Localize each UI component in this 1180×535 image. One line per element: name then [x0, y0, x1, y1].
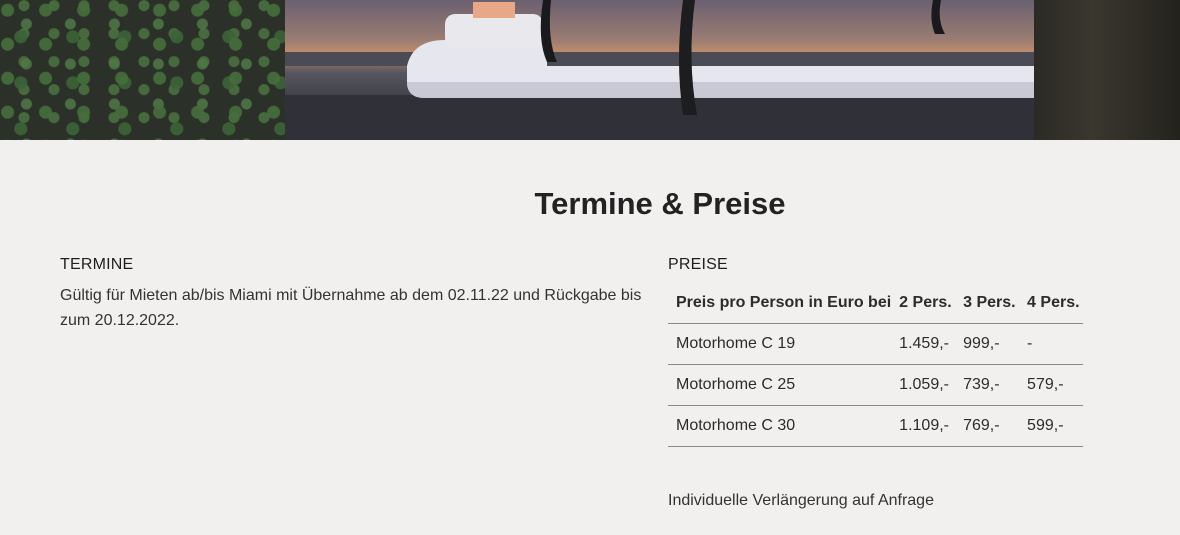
column-header-3-pers: 3 Pers.	[955, 283, 1020, 324]
hero-foliage-left	[0, 0, 285, 140]
price-4-pers: -	[1019, 323, 1083, 365]
hero-scene	[285, 0, 1034, 140]
vehicle-name: Motorhome C 19	[668, 323, 892, 365]
column-header-2-pers: 2 Pers.	[891, 283, 956, 324]
table-row: Motorhome C 25 1.059,- 739,- 579,-	[668, 364, 1083, 406]
termine-heading: TERMINE	[60, 256, 134, 273]
hero-image	[285, 0, 1034, 140]
column-header-4-pers: 4 Pers.	[1019, 283, 1083, 324]
price-3-pers: 999,-	[955, 323, 1020, 365]
hero-trunk-right	[1034, 0, 1180, 140]
price-2-pers: 1.059,-	[891, 364, 956, 406]
price-3-pers: 739,-	[955, 364, 1020, 406]
vehicle-name: Motorhome C 25	[668, 364, 892, 406]
preise-heading: PREISE	[668, 256, 728, 273]
hero-banner	[0, 0, 1180, 140]
vehicle-name: Motorhome C 30	[668, 405, 892, 447]
price-4-pers: 579,-	[1019, 364, 1083, 406]
column-header-price-per-person: Preis pro Person in Euro bei	[668, 283, 892, 324]
table-row: Motorhome C 19 1.459,- 999,- -	[668, 323, 1083, 365]
termine-text: Gültig für Mieten ab/bis Miami mit Übern…	[60, 287, 642, 329]
price-2-pers: 1.109,-	[891, 405, 956, 447]
price-2-pers: 1.459,-	[891, 323, 956, 365]
page-title: Termine & Preise	[534, 186, 786, 221]
price-4-pers: 599,-	[1019, 405, 1083, 447]
table-row: Motorhome C 30 1.109,- 769,- 599,-	[668, 405, 1083, 447]
price-3-pers: 769,-	[955, 405, 1020, 447]
price-table: Preis pro Person in Euro bei 2 Pers. 3 P…	[668, 283, 1083, 447]
table-header-row: Preis pro Person in Euro bei 2 Pers. 3 P…	[668, 283, 1083, 324]
extension-note: Individuelle Verlängerung auf Anfrage	[668, 492, 934, 509]
